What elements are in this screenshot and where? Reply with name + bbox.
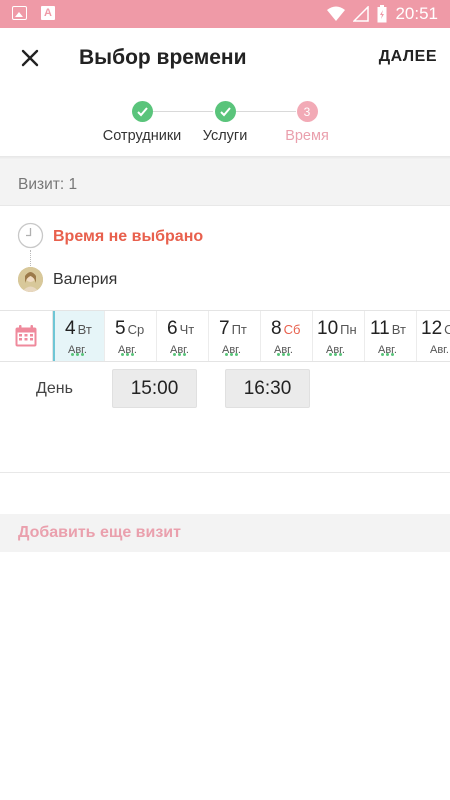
availability-dots xyxy=(277,353,290,356)
day-number: 7 xyxy=(219,318,230,339)
step-label: Время xyxy=(285,128,329,144)
signal-icon xyxy=(353,6,370,22)
period-label: День xyxy=(36,380,73,397)
wifi-icon xyxy=(327,6,346,21)
divider xyxy=(0,472,450,473)
step-number: 3 xyxy=(296,101,318,122)
availability-dots xyxy=(71,353,84,356)
day-cell[interactable]: 6 Чт Авг. xyxy=(157,311,209,361)
status-bar: A 20:51 xyxy=(0,0,450,28)
dotted-connector xyxy=(30,250,31,266)
date-strip[interactable]: 4 Вт Авг. 5 Ср Авг. 6 Чт Авг. 7 Пт Авг. 8 Сб … xyxy=(0,310,450,362)
employee-name[interactable]: Валерия xyxy=(53,271,117,289)
app-bar: Выбор времени ДАЛЕЕ xyxy=(0,28,450,88)
calendar-button[interactable] xyxy=(0,311,53,361)
day-weekday: Пн xyxy=(340,322,357,337)
day-weekday: Ср xyxy=(127,322,145,337)
time-slot[interactable]: 16:30 xyxy=(225,369,310,408)
day-weekday: Сб xyxy=(283,322,301,337)
check-icon xyxy=(131,101,153,122)
step-time[interactable]: 3 Время xyxy=(257,101,357,144)
day-number: 6 xyxy=(167,318,178,339)
day-number: 4 xyxy=(65,318,76,339)
availability-dots xyxy=(121,353,134,356)
day-number: 11 xyxy=(370,318,390,339)
day-cell[interactable]: 8 Сб Авг. xyxy=(261,311,313,361)
avatar xyxy=(18,267,43,292)
calendar-icon xyxy=(15,325,37,347)
a-notification-icon: A xyxy=(41,6,55,20)
day-weekday: Вт xyxy=(391,322,406,337)
day-cell[interactable]: 12Ср Авг. xyxy=(417,311,450,361)
availability-dots xyxy=(225,353,238,356)
image-notification-icon xyxy=(12,6,27,20)
day-number: 8 xyxy=(271,318,282,339)
add-visit-button[interactable]: Добавить еще визит xyxy=(0,514,450,552)
time-slot[interactable]: 15:00 xyxy=(112,369,197,408)
day-weekday: Чт xyxy=(179,322,195,337)
day-cell[interactable]: 7 Пт Авг. xyxy=(209,311,261,361)
day-weekday: Вт xyxy=(77,322,92,337)
time-status[interactable]: Время не выбрано xyxy=(53,228,203,246)
day-cell[interactable]: 10 Пн Авг. xyxy=(313,311,365,361)
day-cell[interactable]: 11 Вт Авг. xyxy=(365,311,417,361)
day-number: 5 xyxy=(115,318,126,339)
close-button[interactable] xyxy=(14,42,46,74)
close-icon xyxy=(21,49,39,67)
check-icon xyxy=(214,101,236,122)
next-button[interactable]: ДАЛЕЕ xyxy=(379,48,437,66)
availability-dots xyxy=(381,353,394,356)
day-cell[interactable]: 4 Вт Авг. xyxy=(53,311,105,361)
availability-dots xyxy=(329,353,342,356)
day-month: Авг. xyxy=(430,344,449,356)
day-cell[interactable]: 5 Ср Авг. xyxy=(105,311,157,361)
page-title: Выбор времени xyxy=(79,46,247,69)
availability-dots xyxy=(173,353,186,356)
battery-icon xyxy=(377,5,387,23)
stepper: Сотрудники Услуги 3 Время xyxy=(0,88,450,158)
visit-header: Визит: 1 xyxy=(0,160,450,206)
day-weekday: Ср xyxy=(444,322,450,337)
day-number: 12 xyxy=(421,318,443,339)
add-visit-label: Добавить еще визит xyxy=(18,524,181,541)
day-number: 10 xyxy=(317,318,339,339)
visit-title: Визит: 1 xyxy=(18,176,78,193)
day-weekday: Пт xyxy=(231,322,247,337)
clock-icon xyxy=(17,222,44,249)
status-time: 20:51 xyxy=(395,4,438,23)
